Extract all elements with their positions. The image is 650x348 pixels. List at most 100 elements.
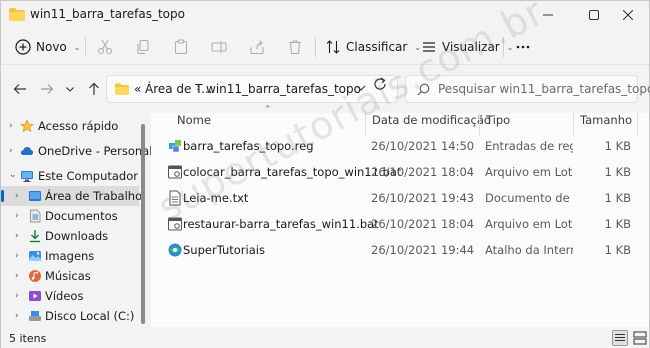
chevron-down-icon[interactable]: ⌄ xyxy=(9,170,17,180)
toolbar-divider xyxy=(85,37,86,57)
column-header-type[interactable]: Tipo xyxy=(486,113,510,133)
column-divider[interactable] xyxy=(365,113,366,135)
chevron-right-icon[interactable]: › xyxy=(15,251,19,261)
toolbar-divider xyxy=(503,37,504,57)
column-header-size[interactable]: Tamanho xyxy=(580,113,632,133)
breadcrumb-desktop[interactable]: Área de T... xyxy=(145,82,213,96)
internet-shortcut-icon xyxy=(168,243,182,257)
view-button[interactable]: Visualizar ⌄ xyxy=(421,35,513,59)
sidebar-item-quick-access[interactable]: › Acesso rápido xyxy=(1,116,139,136)
download-icon xyxy=(30,230,40,243)
close-icon xyxy=(623,10,633,20)
arrow-up-icon xyxy=(89,82,99,95)
file-row[interactable]: barra_tarefas_topo.reg 26/10/2021 14:50 … xyxy=(151,135,649,157)
file-size: 1 KB xyxy=(604,165,631,179)
address-bar[interactable]: « Área de T... › win11_barra_tarefas_top… xyxy=(106,75,398,103)
chevron-right-icon[interactable]: › xyxy=(15,271,19,281)
file-date: 26/10/2021 14:50 xyxy=(371,139,475,153)
recent-locations-button[interactable] xyxy=(61,80,79,98)
view-label: Visualizar xyxy=(442,40,500,54)
paste-button[interactable] xyxy=(173,35,189,59)
star-icon xyxy=(20,119,34,133)
chevron-right-icon[interactable]: › xyxy=(15,311,19,321)
nav-scrollbar[interactable] xyxy=(141,124,145,324)
new-button[interactable]: Novo ⌄ xyxy=(15,35,80,59)
column-divider[interactable] xyxy=(479,113,480,135)
sidebar-item-this-pc[interactable]: ⌄ Este Computador xyxy=(1,166,139,186)
title-bar[interactable]: win11_barra_tarefas_topo xyxy=(1,1,649,29)
minimize-button[interactable] xyxy=(525,1,571,29)
chevron-right-icon[interactable]: › xyxy=(15,291,19,301)
sidebar-item-documents[interactable]: › Documentos xyxy=(1,206,139,226)
file-name: colocar_barra_tarefas_topo_win11.bat xyxy=(183,165,402,179)
chevron-right-icon[interactable]: › xyxy=(9,121,13,131)
file-date: 26/10/2021 18:04 xyxy=(371,165,475,179)
arrow-left-icon xyxy=(13,84,26,94)
chevron-right-icon[interactable]: › xyxy=(15,211,19,221)
cloud-icon xyxy=(21,147,33,155)
file-row[interactable]: SuperTutoriais 26/10/2021 19:44 Atalho d… xyxy=(151,239,649,261)
chevron-right-icon[interactable]: › xyxy=(15,191,19,201)
address-dropdown-icon[interactable] xyxy=(354,81,368,95)
sidebar-item-label: Vídeos xyxy=(45,289,84,303)
breadcrumb-chevron-icon[interactable]: › xyxy=(196,81,200,94)
refresh-icon[interactable] xyxy=(373,77,387,91)
column-divider[interactable] xyxy=(573,113,574,135)
maximize-icon xyxy=(589,10,599,20)
item-count: 5 itens xyxy=(9,332,47,345)
file-type: Documento de Te... xyxy=(485,191,573,205)
sidebar-item-music[interactable]: › Músicas xyxy=(1,266,139,286)
file-type: Atalho da Internet xyxy=(485,243,573,257)
cut-button[interactable] xyxy=(97,35,113,59)
sidebar-item-label: Downloads xyxy=(45,229,109,243)
file-size: 1 KB xyxy=(604,243,631,257)
sidebar-item-label: OneDrive - Personal xyxy=(38,144,153,158)
file-row[interactable]: colocar_barra_tarefas_topo_win11.bat 26/… xyxy=(151,161,649,183)
file-name: barra_tarefas_topo.reg xyxy=(183,139,314,153)
more-options-button[interactable] xyxy=(515,35,531,59)
file-row[interactable]: Leia-me.txt 26/10/2021 19:43 Documento d… xyxy=(151,187,649,209)
folder-icon xyxy=(9,8,25,21)
forward-button[interactable] xyxy=(38,80,56,98)
file-type: Arquivo em Lotes ... xyxy=(485,165,573,179)
sidebar-item-label: Músicas xyxy=(45,269,91,283)
search-box[interactable]: Pesquisar win11_barra_tarefas_topo xyxy=(405,75,650,103)
chevron-right-icon[interactable]: › xyxy=(15,231,19,241)
tiles-view-icon[interactable] xyxy=(632,330,648,346)
chevron-down-icon: ⌄ xyxy=(506,42,514,52)
file-row[interactable]: restaurar-barra_tarefas_win11.bat 26/10/… xyxy=(151,213,649,235)
file-explorer-window: win11_barra_tarefas_topo Novo ⌄ Classifi… xyxy=(0,0,650,348)
toolbar-divider xyxy=(315,37,316,57)
sidebar-item-local-disk[interactable]: › Disco Local (C:) xyxy=(1,306,139,326)
more-icon xyxy=(516,45,530,49)
copy-button[interactable] xyxy=(135,35,151,59)
sidebar-item-desktop[interactable]: › Área de Trabalho xyxy=(1,186,143,206)
delete-button[interactable] xyxy=(287,35,303,59)
file-date: 26/10/2021 19:44 xyxy=(371,243,475,257)
folder-icon xyxy=(115,83,129,95)
sidebar-item-pictures[interactable]: › Imagens xyxy=(1,246,139,266)
rename-button[interactable] xyxy=(211,35,227,59)
share-button[interactable] xyxy=(249,35,265,59)
close-button[interactable] xyxy=(605,1,650,29)
sidebar-item-label: Área de Trabalho xyxy=(45,189,143,203)
sidebar-item-downloads[interactable]: › Downloads xyxy=(1,226,139,246)
share-icon xyxy=(250,40,264,55)
chevron-right-icon[interactable]: › xyxy=(9,146,13,156)
breadcrumb-overflow[interactable]: « xyxy=(134,82,141,96)
column-header-date[interactable]: Data de modificação xyxy=(372,113,491,133)
back-button[interactable] xyxy=(11,80,29,98)
sidebar-item-onedrive[interactable]: › OneDrive - Personal xyxy=(1,141,152,161)
sidebar-item-videos[interactable]: › Vídeos xyxy=(1,286,139,306)
batch-file-icon xyxy=(168,217,182,231)
breadcrumb-current-folder[interactable]: win11_barra_tarefas_topo xyxy=(206,82,361,96)
column-divider[interactable] xyxy=(637,113,638,135)
sort-button[interactable]: Classificar ⌄ xyxy=(325,35,421,59)
file-type: Arquivo em Lotes ... xyxy=(485,217,573,231)
file-name: restaurar-barra_tarefas_win11.bat xyxy=(183,217,379,231)
up-button[interactable] xyxy=(85,80,103,98)
column-header-name[interactable]: Nome xyxy=(177,113,211,133)
sort-icon xyxy=(326,40,340,54)
chevron-down-icon xyxy=(66,87,74,92)
details-view-button[interactable] xyxy=(612,330,628,346)
